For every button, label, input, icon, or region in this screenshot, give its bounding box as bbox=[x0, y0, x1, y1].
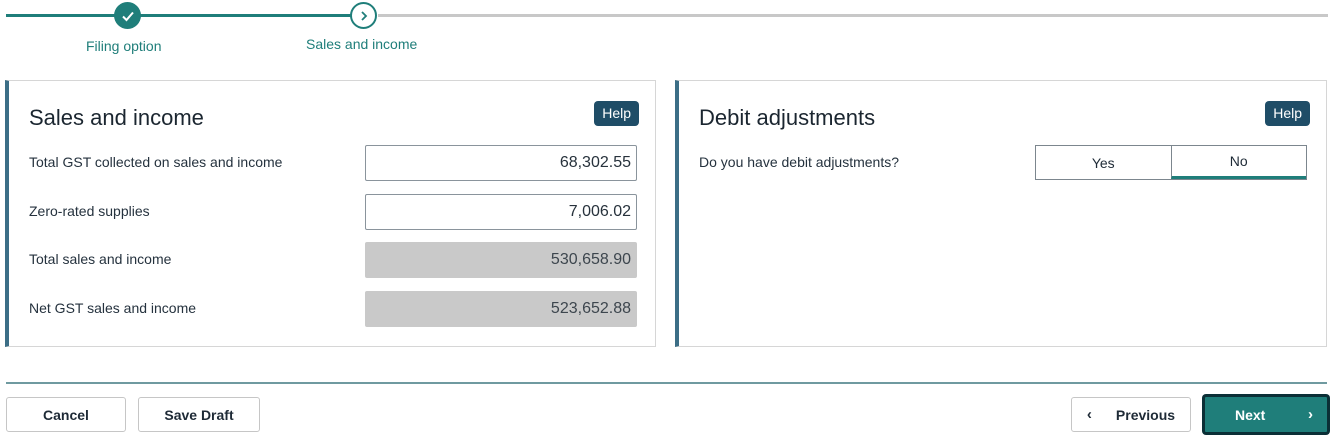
net-gst-label: Net GST sales and income bbox=[29, 300, 197, 316]
progress-stepper: Filing option Sales and income bbox=[0, 0, 1343, 70]
stepper-track-completed bbox=[6, 14, 352, 17]
sales-income-panel: Sales and income Help Total GST collecte… bbox=[5, 80, 656, 347]
sales-help-button[interactable]: Help bbox=[594, 101, 639, 126]
zero-rated-input[interactable] bbox=[365, 194, 637, 230]
debit-adjustments-panel: Debit adjustments Help Do you have debit… bbox=[675, 80, 1327, 347]
step-current-marker bbox=[350, 2, 377, 29]
total-sales-field bbox=[365, 242, 637, 278]
toggle-no-button[interactable]: No bbox=[1170, 146, 1306, 179]
total-gst-input[interactable] bbox=[365, 145, 637, 181]
next-button[interactable]: Next › bbox=[1203, 395, 1329, 434]
toggle-yes-button[interactable]: Yes bbox=[1036, 146, 1171, 179]
check-icon bbox=[121, 11, 134, 21]
total-gst-label: Total GST collected on sales and income bbox=[29, 154, 283, 170]
debit-adjustments-title: Debit adjustments bbox=[699, 105, 876, 130]
chevron-right-icon bbox=[360, 10, 367, 21]
save-draft-button[interactable]: Save Draft bbox=[138, 397, 260, 432]
cancel-button[interactable]: Cancel bbox=[6, 397, 126, 432]
chevron-right-icon: › bbox=[1308, 406, 1313, 423]
chevron-left-icon: ‹ bbox=[1086, 406, 1092, 423]
sales-income-title: Sales and income bbox=[29, 105, 204, 130]
net-gst-field bbox=[365, 291, 637, 327]
step-completed-marker bbox=[114, 2, 141, 29]
step-label-sales-income: Sales and income bbox=[306, 36, 418, 52]
footer-divider bbox=[6, 382, 1327, 384]
debit-help-button[interactable]: Help bbox=[1265, 101, 1310, 126]
debit-adjustments-toggle: Yes No bbox=[1035, 145, 1307, 180]
debit-question-label: Do you have debit adjustments? bbox=[699, 154, 900, 170]
previous-label: Previous bbox=[1115, 406, 1176, 423]
zero-rated-label: Zero-rated supplies bbox=[29, 203, 150, 219]
previous-button[interactable]: ‹ Previous bbox=[1071, 397, 1191, 432]
step-label-filing-option[interactable]: Filing option bbox=[86, 38, 162, 54]
total-sales-label: Total sales and income bbox=[29, 251, 172, 267]
next-label: Next bbox=[1235, 406, 1266, 423]
stepper-track-remaining bbox=[378, 14, 1328, 17]
